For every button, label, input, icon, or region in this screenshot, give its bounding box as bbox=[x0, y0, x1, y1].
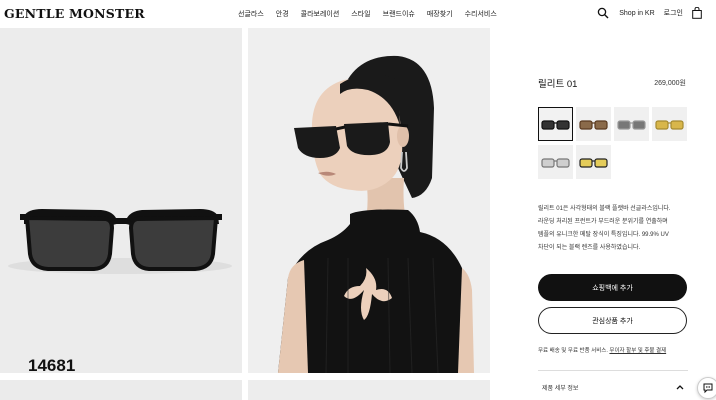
sunglasses-thumb-icon bbox=[579, 120, 608, 130]
installment-link[interactable]: 무이자 할부 및 후불 결제 bbox=[609, 348, 666, 354]
nav-item-sunglasses[interactable]: 선글라스 bbox=[238, 9, 264, 19]
nav-item-brand-issue[interactable]: 브랜드이슈 bbox=[383, 9, 415, 19]
product-image-3[interactable] bbox=[0, 380, 242, 400]
sunglasses-thumb-icon bbox=[579, 158, 608, 168]
shopping-bag-icon[interactable] bbox=[692, 7, 702, 19]
sunglasses-image bbox=[8, 209, 232, 274]
site-header: GENTLE MONSTER 선글라스 안경 콜라보레이션 스타일 브랜드이슈 … bbox=[0, 0, 716, 28]
chat-button[interactable] bbox=[697, 377, 716, 399]
product-name: 릴리트 01 bbox=[538, 79, 578, 90]
shipping-note: 무료 배송 및 무료 반품 서비스. 무이자 할부 및 후불 결제 bbox=[538, 346, 666, 354]
details-label: 제품 세부 정보 bbox=[542, 385, 579, 392]
chevron-up-icon bbox=[676, 385, 684, 390]
product-image-4[interactable] bbox=[248, 380, 490, 400]
variant-thumb-clear-grey[interactable] bbox=[614, 107, 649, 141]
nav-item-store-finder[interactable]: 매장찾기 bbox=[427, 9, 453, 19]
description-line: 차단이 되는 블랙 렌즈를 사용하였습니다. bbox=[538, 245, 641, 251]
main-nav: 선글라스 안경 콜라보레이션 스타일 브랜드이슈 매장찾기 수리서비스 bbox=[238, 9, 509, 19]
nav-item-style[interactable]: 스타일 bbox=[351, 9, 370, 19]
shop-in-link[interactable]: Shop in KR bbox=[619, 10, 654, 17]
nav-item-repair-service[interactable]: 수리서비스 bbox=[465, 9, 497, 19]
variant-thumb-black[interactable] bbox=[538, 107, 573, 141]
divider bbox=[538, 370, 688, 371]
variant-thumb-yellow[interactable] bbox=[576, 145, 611, 179]
header-utilities: Shop in KR 로그인 bbox=[597, 7, 702, 19]
sunglasses-thumb-icon bbox=[541, 120, 570, 130]
variant-thumb-tortoise[interactable] bbox=[576, 107, 611, 141]
variant-thumb-grey-clear[interactable] bbox=[538, 145, 573, 179]
product-details-accordion[interactable]: 제품 세부 정보 bbox=[538, 380, 684, 394]
description-line: 라운딩 처리된 프런트가 부드러운 분위기를 연출하며 bbox=[538, 219, 668, 225]
nav-item-collaboration[interactable]: 콜라보레이션 bbox=[301, 9, 340, 19]
add-to-bag-button[interactable]: 쇼핑백에 추가 bbox=[538, 274, 687, 301]
chat-bubble-icon bbox=[703, 383, 713, 394]
sunglasses-thumb-icon bbox=[541, 158, 570, 168]
shipping-text: 무료 배송 및 무료 반품 서비스. bbox=[538, 348, 608, 354]
sunglasses-thumb-icon bbox=[617, 120, 646, 130]
product-price: 269,000원 bbox=[654, 80, 686, 87]
product-code-label: 14681 bbox=[28, 356, 76, 373]
product-image-model[interactable] bbox=[248, 28, 490, 373]
login-link[interactable]: 로그인 bbox=[664, 8, 683, 18]
brand-logo[interactable]: GENTLE MONSTER bbox=[4, 6, 145, 21]
add-to-wishlist-button[interactable]: 관심상품 추가 bbox=[538, 307, 687, 334]
description-line: 템플의 유니크한 메탈 장식이 특징입니다. 99.9% UV bbox=[538, 232, 669, 238]
product-image-front[interactable]: 14681 bbox=[0, 28, 242, 373]
sunglasses-thumb-icon bbox=[655, 120, 684, 130]
nav-item-glasses[interactable]: 안경 bbox=[276, 9, 289, 19]
variant-thumb-gold[interactable] bbox=[652, 107, 687, 141]
description-line: 릴리트 01은 사각형태의 블랙 플랫바 선글라스입니다. bbox=[538, 206, 671, 212]
search-icon[interactable] bbox=[597, 7, 609, 19]
product-description: 릴리트 01은 사각형태의 블랙 플랫바 선글라스입니다. 라운딩 처리된 프런… bbox=[538, 203, 688, 255]
model-photo bbox=[248, 28, 490, 373]
